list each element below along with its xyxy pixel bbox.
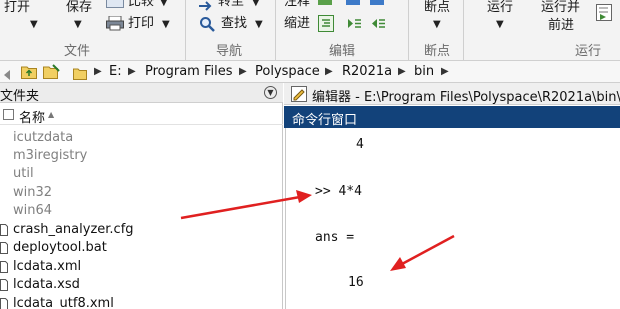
matlab-window: 打开 ▼ 保存 ▼ 比较 ▼ 打印 ▼ 文件 转至 ▼ 查找 ▼ 导航 注释 缩… bbox=[0, 0, 620, 309]
red-arrow-icon bbox=[180, 190, 312, 220]
red-arrow-icon bbox=[390, 234, 455, 271]
annotation-arrows bbox=[180, 190, 455, 271]
